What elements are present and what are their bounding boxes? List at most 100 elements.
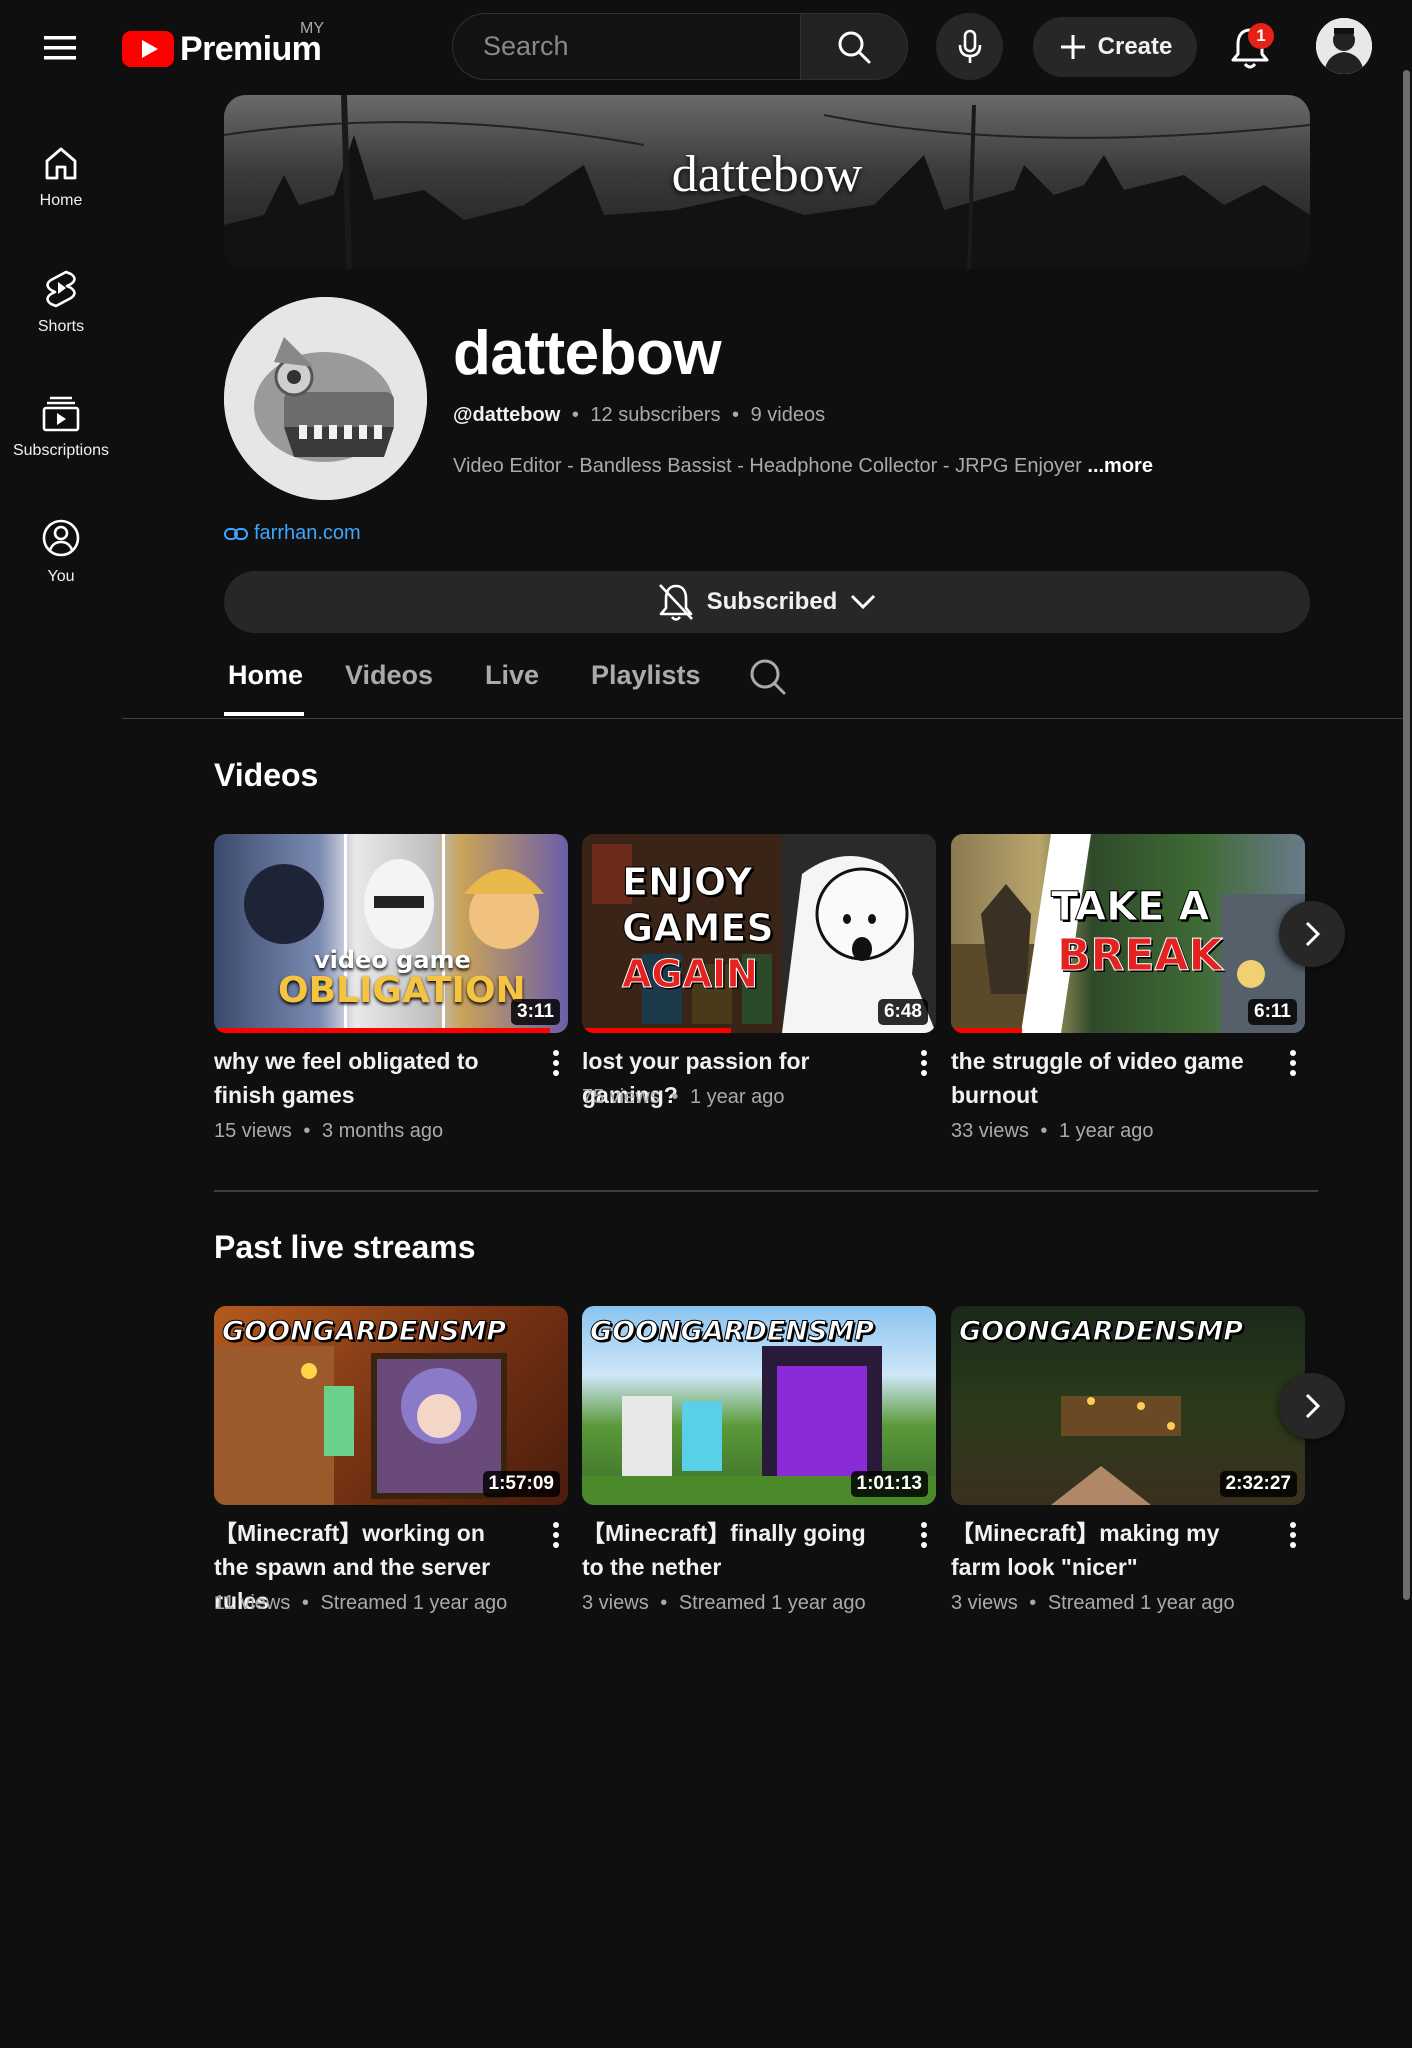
channel-description[interactable]: Video Editor - Bandless Bassist - Headph… (453, 455, 1153, 478)
search-input[interactable] (481, 30, 775, 63)
stream-meta: 3 views • Streamed 1 year ago (951, 1592, 1235, 1614)
channel-link[interactable]: farrhan.com (224, 522, 361, 545)
upload-age: 1 year ago (1058, 1120, 1154, 1142)
search-button[interactable] (800, 13, 908, 80)
tab-live[interactable]: Live (485, 660, 539, 691)
microphone-icon (958, 29, 981, 63)
stream-thumbnail-caption: GOONGARDENSMP (221, 1316, 507, 1348)
section-divider (214, 1190, 1318, 1192)
subscribed-button[interactable]: Subscribed (224, 571, 1310, 633)
stream-title[interactable]: 【Minecraft】finally going to the nether (582, 1516, 892, 1584)
sidebar-item-subscriptions[interactable]: Subscriptions (0, 371, 122, 483)
tab-videos[interactable]: Videos (345, 660, 433, 691)
video-card[interactable]: TAKE A BREAK 6:11 the struggle of video … (951, 834, 1305, 1154)
video-title[interactable]: why we feel obligated to finish games (214, 1044, 524, 1112)
chevron-right-icon (1305, 1393, 1321, 1419)
youtube-play-icon (122, 31, 174, 67)
sidebar-item-home[interactable]: Home (0, 121, 122, 233)
stream-duration: 1:57:09 (482, 1471, 560, 1497)
view-count: 33 views (951, 1120, 1029, 1142)
view-count: 3 views (951, 1592, 1018, 1614)
video-title[interactable]: the struggle of video game burnout (951, 1044, 1261, 1112)
video-card[interactable]: ENJOY GAMES AGAIN 6:48 lost your passion… (582, 834, 936, 1154)
channel-meta: @dattebow • 12 subscribers • 9 videos (453, 404, 825, 427)
sidebar-item-label: Subscriptions (12, 442, 110, 459)
tabs-divider (122, 718, 1410, 719)
video-thumbnail[interactable]: video game OBLIGATION 3:11 (214, 834, 568, 1033)
create-label: Create (1097, 33, 1173, 60)
video-count: 9 videos (750, 404, 826, 426)
sidebar-item-label: Home (39, 192, 83, 209)
stream-card[interactable]: GOONGARDENSMP 1:57:09 【Minecraft】working… (214, 1306, 568, 1626)
home-icon (45, 147, 77, 180)
video-card[interactable]: video game OBLIGATION 3:11 why we feel o… (214, 834, 568, 1154)
view-count: 3 views (582, 1592, 649, 1614)
watch-progress (951, 1028, 1022, 1033)
more-vert-icon[interactable] (912, 1520, 936, 1550)
stream-meta: 3 views • Streamed 1 year ago (582, 1592, 866, 1614)
tab-home[interactable]: Home (228, 660, 303, 691)
more-vert-icon[interactable] (1281, 1520, 1305, 1550)
stream-thumbnail-caption: GOONGARDENSMP (589, 1316, 875, 1348)
voice-search-button[interactable] (936, 13, 1003, 80)
channel-avatar[interactable] (224, 297, 427, 500)
sidebar-item-label: Shorts (37, 318, 85, 335)
stream-thumbnail[interactable]: GOONGARDENSMP 1:01:13 (582, 1306, 936, 1505)
streams-next-button[interactable] (1279, 1373, 1345, 1439)
description-text: Video Editor - Bandless Bassist - Headph… (453, 455, 1082, 477)
more-vert-icon[interactable] (544, 1048, 568, 1078)
more-vert-icon[interactable] (544, 1520, 568, 1550)
notification-badge: 1 (1248, 23, 1274, 49)
shorts-icon (46, 270, 76, 308)
stream-thumbnail[interactable]: GOONGARDENSMP 2:32:27 (951, 1306, 1305, 1505)
stream-title[interactable]: 【Minecraft】making my farm look "nicer" (951, 1516, 1261, 1584)
thumbnail-caption-2: BREAK (1057, 930, 1224, 982)
live-section-title: Past live streams (214, 1229, 476, 1265)
stream-card[interactable]: GOONGARDENSMP 1:01:13 【Minecraft】finally… (582, 1306, 936, 1626)
channel-avatar-image (224, 297, 427, 500)
channel-banner: dattebow (224, 95, 1310, 269)
subscriptions-icon (42, 396, 80, 432)
meta-separator: • (571, 404, 579, 426)
channel-handle[interactable]: @dattebow (453, 404, 560, 426)
stream-age: Streamed 1 year ago (320, 1592, 508, 1614)
more-link[interactable]: ...more (1087, 455, 1153, 477)
account-avatar[interactable] (1316, 18, 1372, 74)
page-scrollbar[interactable] (1403, 70, 1410, 1600)
thumbnail-caption-1: ENJOY (621, 860, 753, 905)
chevron-down-icon (851, 594, 876, 610)
video-thumbnail[interactable]: ENJOY GAMES AGAIN 6:48 (582, 834, 936, 1033)
plus-icon (1060, 35, 1085, 59)
view-count: 15 views (214, 1120, 292, 1142)
sidebar-item-you[interactable]: You (0, 496, 122, 608)
stream-card[interactable]: GOONGARDENSMP 2:32:27 【Minecraft】making … (951, 1306, 1305, 1626)
youtube-premium-logo[interactable]: Premium (122, 28, 322, 70)
menu-button[interactable] (30, 28, 92, 68)
more-vert-icon[interactable] (912, 1048, 936, 1078)
videos-next-button[interactable] (1279, 901, 1345, 967)
active-tab-indicator (224, 712, 304, 716)
video-duration: 6:48 (877, 999, 928, 1025)
subscribed-label: Subscribed (706, 588, 838, 615)
search-icon (750, 659, 786, 695)
video-meta: 33 views • 1 year ago (951, 1120, 1154, 1142)
user-circle-icon (42, 519, 80, 557)
video-meta: 15 views • 3 months ago (214, 1120, 444, 1142)
search-icon (838, 31, 871, 63)
channel-name: dattebow (453, 319, 722, 388)
upload-age: 3 months ago (321, 1120, 444, 1142)
chevron-right-icon (1305, 921, 1321, 947)
videos-section-title: Videos (214, 757, 319, 793)
search-field[interactable] (452, 13, 800, 80)
subscriber-count: 12 subscribers (590, 404, 721, 426)
thumbnail-caption-1: TAKE A (1050, 884, 1210, 931)
view-count: 11 views (214, 1592, 291, 1614)
tab-playlists[interactable]: Playlists (591, 660, 701, 691)
create-button[interactable]: Create (1033, 17, 1197, 77)
stream-thumbnail[interactable]: GOONGARDENSMP 1:57:09 (214, 1306, 568, 1505)
more-vert-icon[interactable] (1281, 1048, 1305, 1078)
sidebar-item-shorts[interactable]: Shorts (0, 246, 122, 358)
video-thumbnail[interactable]: TAKE A BREAK 6:11 (951, 834, 1305, 1033)
video-duration: 6:11 (1248, 999, 1297, 1025)
channel-search-button[interactable] (748, 657, 788, 697)
